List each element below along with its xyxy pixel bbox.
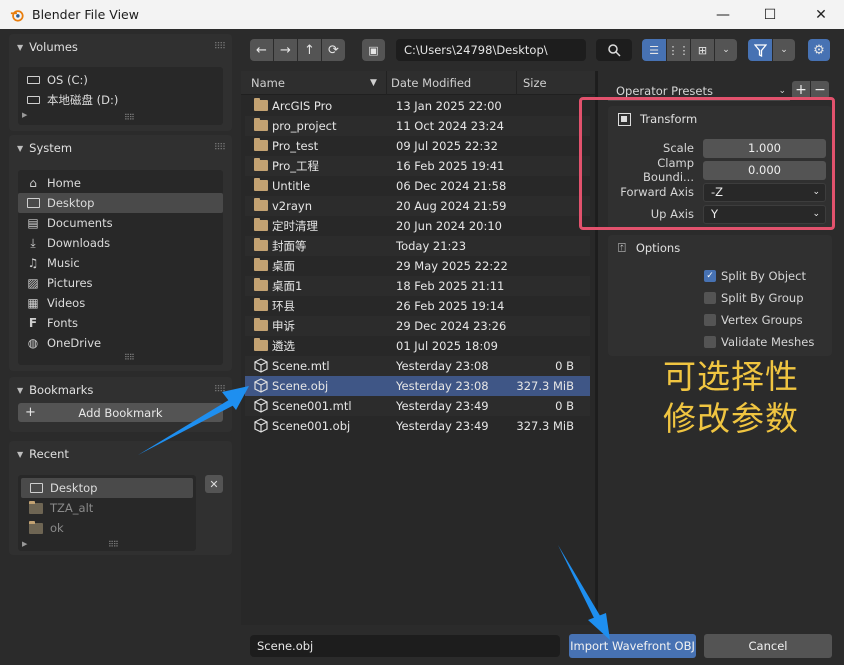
arrow-to-import-button-icon (558, 545, 610, 640)
arrow-to-scene-obj-icon (138, 386, 249, 455)
annotation-arrows (138, 386, 610, 640)
